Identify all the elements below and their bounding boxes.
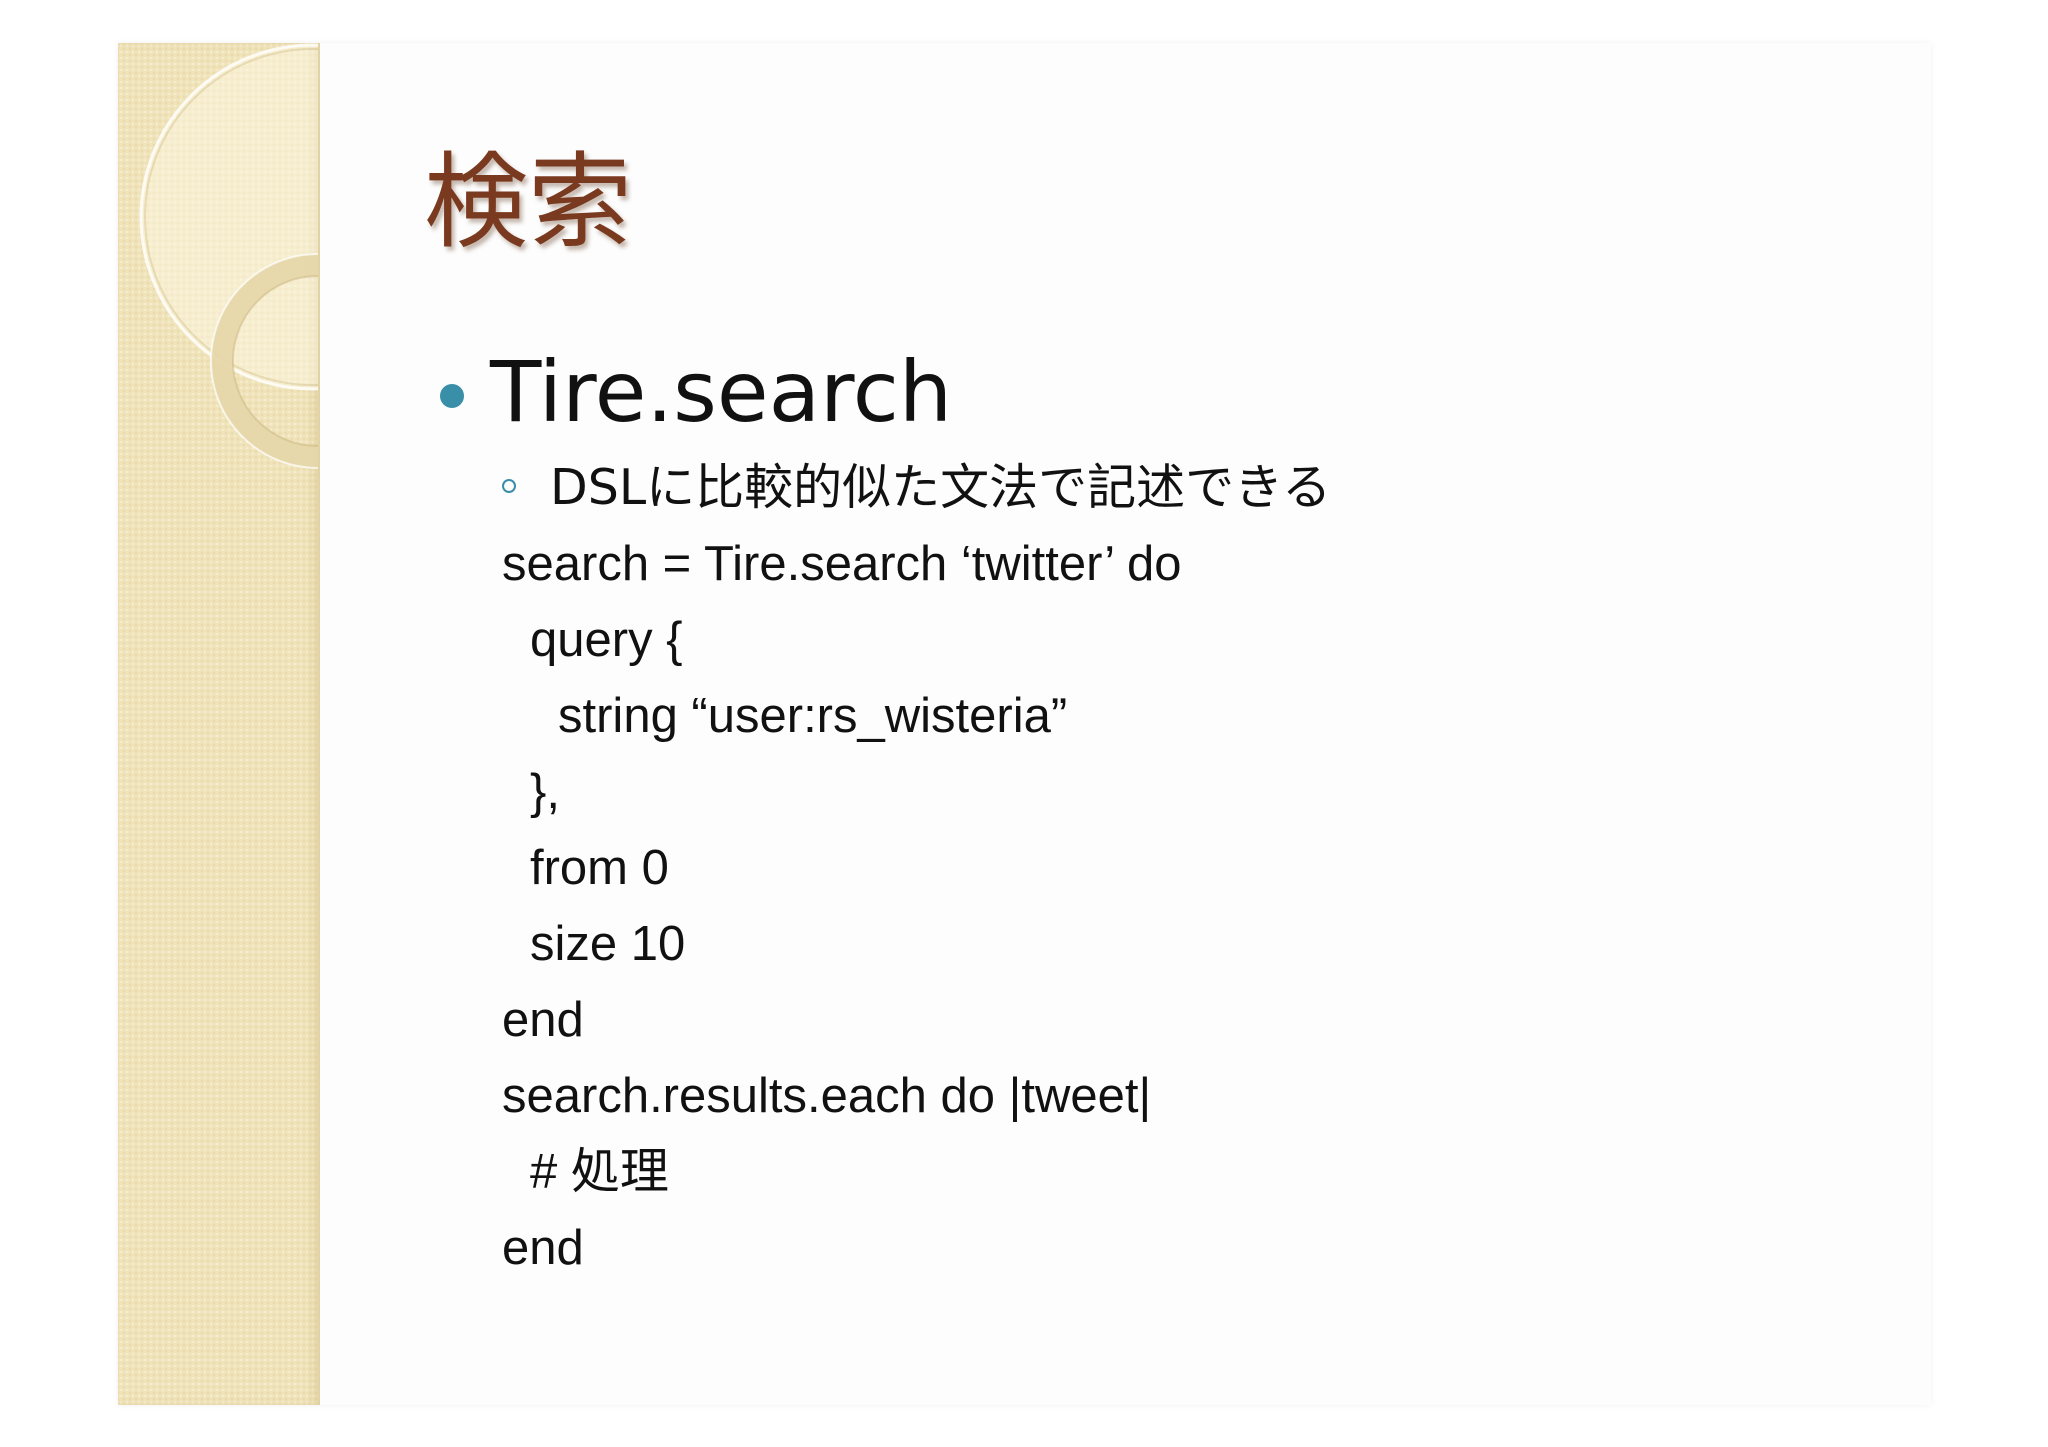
code-line: search = Tire.search ‘twitter’ do (502, 537, 1182, 591)
code-line: end (502, 1221, 584, 1275)
code-line: # 処理 (530, 1145, 669, 1199)
code-line: string “user:rs_wisteria” (558, 689, 1068, 743)
code-line: }, (530, 765, 560, 819)
decorative-side-band (118, 43, 320, 1405)
sub-bullet-text: DSLに比較的似た文法で記述できる (550, 458, 1332, 516)
code-line: end (502, 993, 584, 1047)
sub-bullet-circle-icon (502, 479, 516, 493)
slide-title: 検索 (424, 141, 633, 263)
code-line: query { (530, 613, 683, 667)
bullet-item: Tire.search (440, 343, 953, 441)
bullet-text: Tire.search (490, 343, 953, 441)
code-line: from 0 (530, 841, 669, 895)
code-line: size 10 (530, 917, 686, 971)
bullet-dot-icon (440, 384, 464, 408)
sub-bullet-item: DSLに比較的似た文法で記述できる (502, 450, 1331, 516)
code-line: search.results.each do |tweet| (502, 1069, 1152, 1123)
decorative-rings-icon (139, 43, 318, 469)
